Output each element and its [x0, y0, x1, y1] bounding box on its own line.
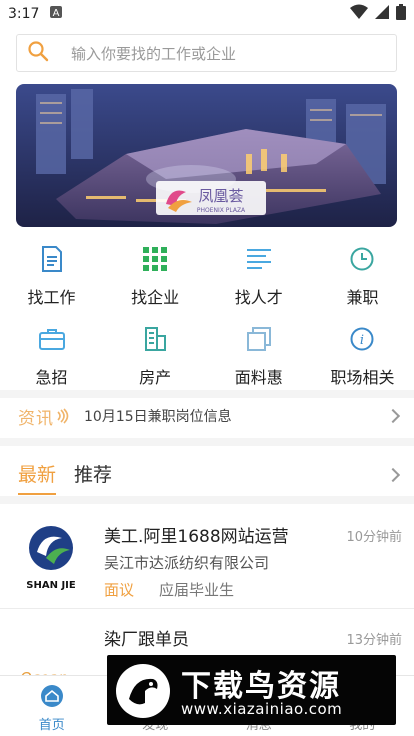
bird-logo-icon	[115, 663, 171, 719]
section-divider	[0, 496, 414, 504]
grid-item-label: 找人才	[234, 288, 283, 307]
signal-icon	[374, 4, 390, 24]
search-icon	[27, 40, 49, 66]
svg-text:A: A	[53, 8, 60, 19]
home-icon	[40, 684, 64, 708]
banner-brand: 凤凰荟	[198, 187, 243, 205]
promo-banner[interactable]: 凤凰荟 PHOENIX PLAZA	[16, 84, 397, 227]
job-list-item[interactable]: SHAN JIE 美工.阿里1688网站运营 10分钟前 吴江市达派纺织有限公司…	[0, 506, 414, 610]
section-divider	[0, 438, 414, 446]
svg-text:i: i	[360, 333, 364, 348]
news-ticker[interactable]: 资讯 10月15日兼职岗位信息	[0, 398, 414, 434]
news-tag: 资讯	[18, 408, 54, 429]
news-text: 10月15日兼职岗位信息	[84, 409, 232, 425]
tab-recommend[interactable]: 推荐	[74, 460, 112, 493]
company-logo: SHAN JIE	[18, 522, 84, 592]
watermark-overlay: 下载鸟资源 www.xiazainiao.com	[107, 655, 396, 725]
status-bar: 3:17 A	[0, 0, 414, 28]
list-icon	[244, 244, 274, 274]
grid-item-find-talent[interactable]: 找人才	[207, 240, 310, 314]
building-icon	[140, 324, 170, 354]
job-time: 13分钟前	[346, 633, 402, 648]
grid-item-fabric-deals[interactable]: 面料惠	[207, 320, 310, 394]
grid-item-find-company[interactable]: 找企业	[104, 240, 207, 314]
watermark-url: www.xiazainiao.com	[181, 700, 343, 718]
grid-item-label: 找工作	[27, 288, 76, 307]
company-logo-text: SHAN JIE	[26, 580, 76, 591]
grid-item-find-job[interactable]: 找工作	[0, 240, 103, 314]
grid-item-label: 职场相关	[330, 368, 395, 387]
nav-home[interactable]: 首页	[0, 676, 104, 736]
search-input[interactable]: 输入你要找的工作或企业	[71, 43, 236, 64]
grid-item-part-time[interactable]: 兼职	[311, 240, 414, 314]
nav-label: 首页	[38, 718, 65, 733]
job-education: 应届毕业生	[159, 581, 235, 599]
tab-latest[interactable]: 最新	[18, 460, 57, 495]
job-tabs: 最新 推荐	[0, 456, 414, 496]
battery-icon	[396, 4, 406, 24]
job-title: 染厂跟单员	[104, 630, 189, 650]
grid-item-label: 房产	[139, 368, 172, 387]
banner-brand-sub: PHOENIX PLAZA	[197, 207, 246, 214]
job-salary: 面议	[104, 581, 135, 599]
grid-item-real-estate[interactable]: 房产	[104, 320, 207, 394]
notification-icon: A	[49, 5, 63, 23]
grid-item-urgent[interactable]: 急招	[0, 320, 103, 394]
wifi-icon	[350, 4, 368, 24]
copy-icon	[244, 324, 274, 354]
job-title: 美工.阿里1688网站运营	[104, 527, 289, 547]
chevron-right-icon[interactable]	[385, 467, 401, 483]
document-icon	[37, 244, 67, 274]
quick-access-grid: 找工作 找企业 找人才 兼职 急招 房产 面料惠 i 职场相关	[0, 240, 414, 400]
briefcase-icon	[37, 324, 67, 354]
section-divider	[0, 390, 414, 398]
job-time: 10分钟前	[346, 530, 402, 545]
grid-icon	[140, 244, 170, 274]
grid-item-label: 急招	[35, 368, 68, 387]
info-icon: i	[347, 324, 377, 354]
status-time: 3:17	[8, 6, 40, 22]
broadcast-icon	[56, 408, 70, 424]
grid-item-label: 兼职	[346, 288, 379, 307]
grid-item-workplace[interactable]: i 职场相关	[311, 320, 414, 394]
grid-item-label: 面料惠	[234, 368, 283, 387]
search-bar[interactable]: 输入你要找的工作或企业	[16, 34, 397, 72]
grid-item-label: 找企业	[131, 288, 180, 307]
chevron-right-icon[interactable]	[385, 408, 401, 424]
job-company: 吴江市达派纺织有限公司	[104, 554, 270, 572]
watermark-title: 下载鸟资源	[181, 669, 341, 704]
clock-icon	[347, 244, 377, 274]
